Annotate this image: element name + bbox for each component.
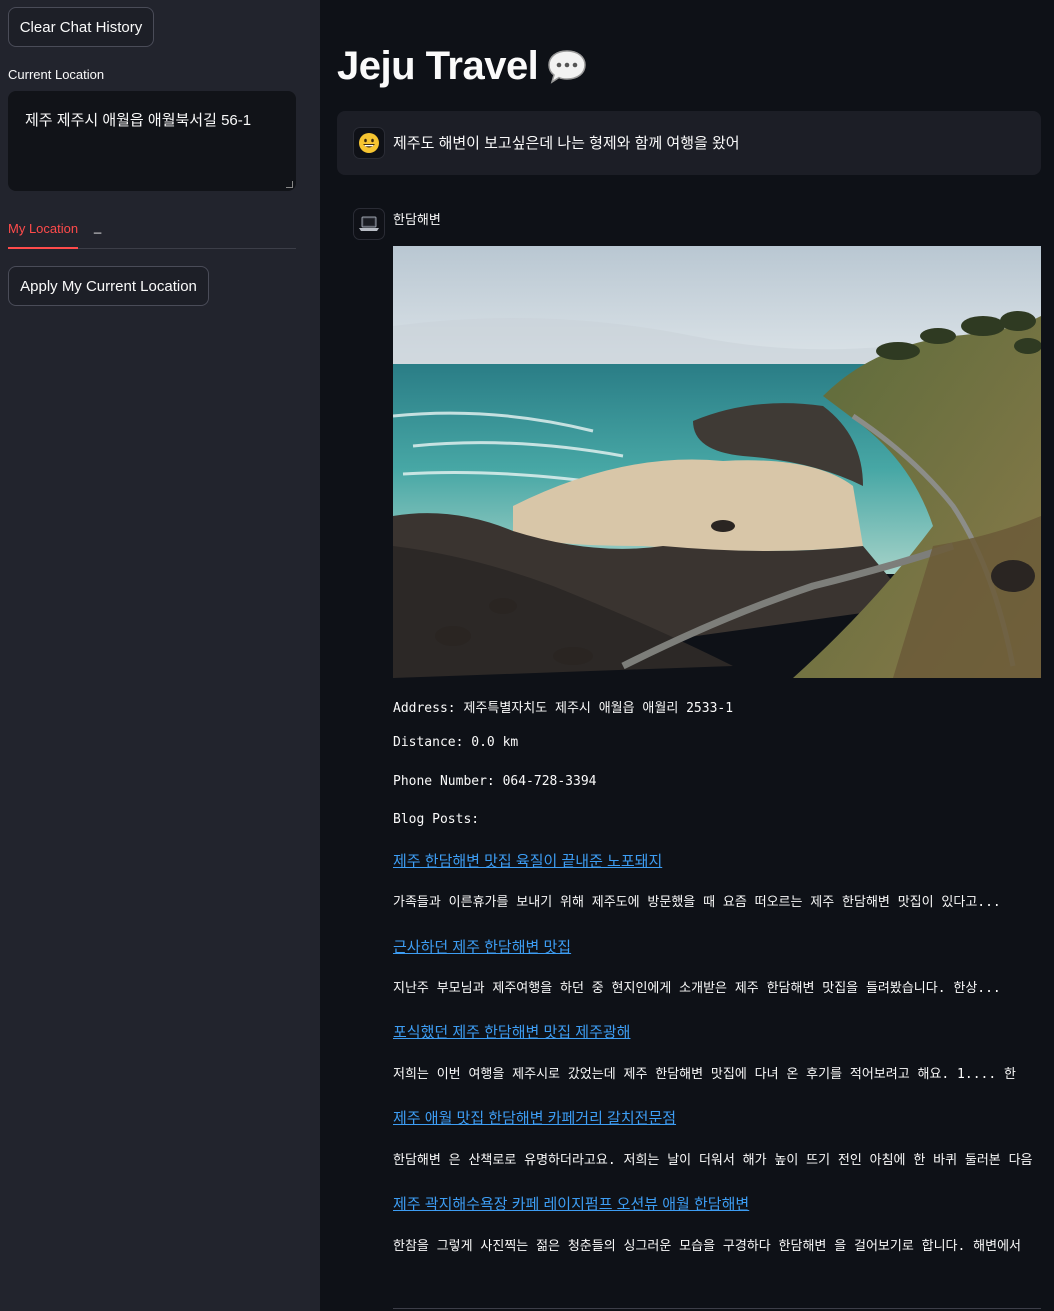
apply-current-location-button[interactable]: Apply My Current Location <box>8 266 209 306</box>
tab-my-location[interactable]: My Location <box>8 221 78 236</box>
smiley-face-icon <box>353 127 385 159</box>
speech-bubble-icon <box>546 47 588 87</box>
laptop-icon <box>353 208 385 240</box>
active-tab-indicator <box>8 247 78 249</box>
page-title-text: Jeju Travel <box>337 44 539 88</box>
bot-response-title: 한담해변 <box>393 212 441 227</box>
blog-post-snippet: 한참을 그렇게 사진찍는 젊은 청춘들의 싱그러운 모습을 구경하다 한담해변 … <box>393 1239 1021 1254</box>
blog-post-snippet: 한담해변 은 산책로로 유명하더라고요. 저희는 날이 더워서 해가 높이 뜨기… <box>393 1153 1033 1168</box>
main-content: Jeju Travel 제주도 해변이 보고싶은데 나는 형제와 함께 여행을 … <box>320 0 1054 1311</box>
blog-post-snippet: 저희는 이번 여행을 제주시로 갔었는데 제주 한담해변 맛집에 다녀 온 후기… <box>393 1067 1016 1082</box>
tab-underscore[interactable]: _ <box>94 219 101 234</box>
current-location-value: 제주 제주시 애월읍 애월북서길 56-1 <box>25 112 252 129</box>
blog-post-link[interactable]: 제주 곽지해수욕장 카페 레이지펌프 오션뷰 애월 한담해변 <box>393 1193 749 1214</box>
blog-post-link[interactable]: 제주 애월 맛집 한담해변 카페거리 갈치전문점 <box>393 1107 676 1128</box>
blog-posts-label: Blog Posts: <box>393 812 480 827</box>
user-message-text: 제주도 해변이 보고싶은데 나는 형제와 함께 여행을 왔어 <box>393 135 740 152</box>
divider <box>393 1308 1041 1309</box>
page-title: Jeju Travel <box>337 44 588 89</box>
blog-post-link[interactable]: 제주 한담해변 맛집 육질이 끝내준 노포돼지 <box>393 850 662 871</box>
location-tabs: My Location _ <box>8 215 296 249</box>
blog-post-link[interactable]: 근사하던 제주 한담해변 맛집 <box>393 936 571 957</box>
distance-line: Distance: 0.0 km <box>393 735 519 750</box>
sidebar: Clear Chat History Current Location 제주 제… <box>0 0 320 1311</box>
user-message: 제주도 해변이 보고싶은데 나는 형제와 함께 여행을 왔어 <box>337 111 1041 175</box>
clear-chat-history-button[interactable]: Clear Chat History <box>8 7 154 47</box>
blog-post-snippet: 가족들과 이른휴가를 보내기 위해 제주도에 방문했을 때 요즘 떠오르는 제주… <box>393 895 1001 910</box>
blog-post-link[interactable]: 포식했던 제주 한담해변 맛집 제주광해 <box>393 1021 630 1042</box>
current-location-textarea[interactable]: 제주 제주시 애월읍 애월북서길 56-1 <box>8 91 296 191</box>
beach-photo <box>393 246 1041 678</box>
current-location-label: Current Location <box>8 67 105 82</box>
address-line: Address: 제주특별자치도 제주시 애월읍 애월리 2533-1 <box>393 701 734 716</box>
resize-handle-icon[interactable] <box>286 181 293 188</box>
blog-post-snippet: 지난주 부모님과 제주여행을 하던 중 현지인에게 소개받은 제주 한담해변 맛… <box>393 981 1001 996</box>
phone-line: Phone Number: 064-728-3394 <box>393 774 597 789</box>
